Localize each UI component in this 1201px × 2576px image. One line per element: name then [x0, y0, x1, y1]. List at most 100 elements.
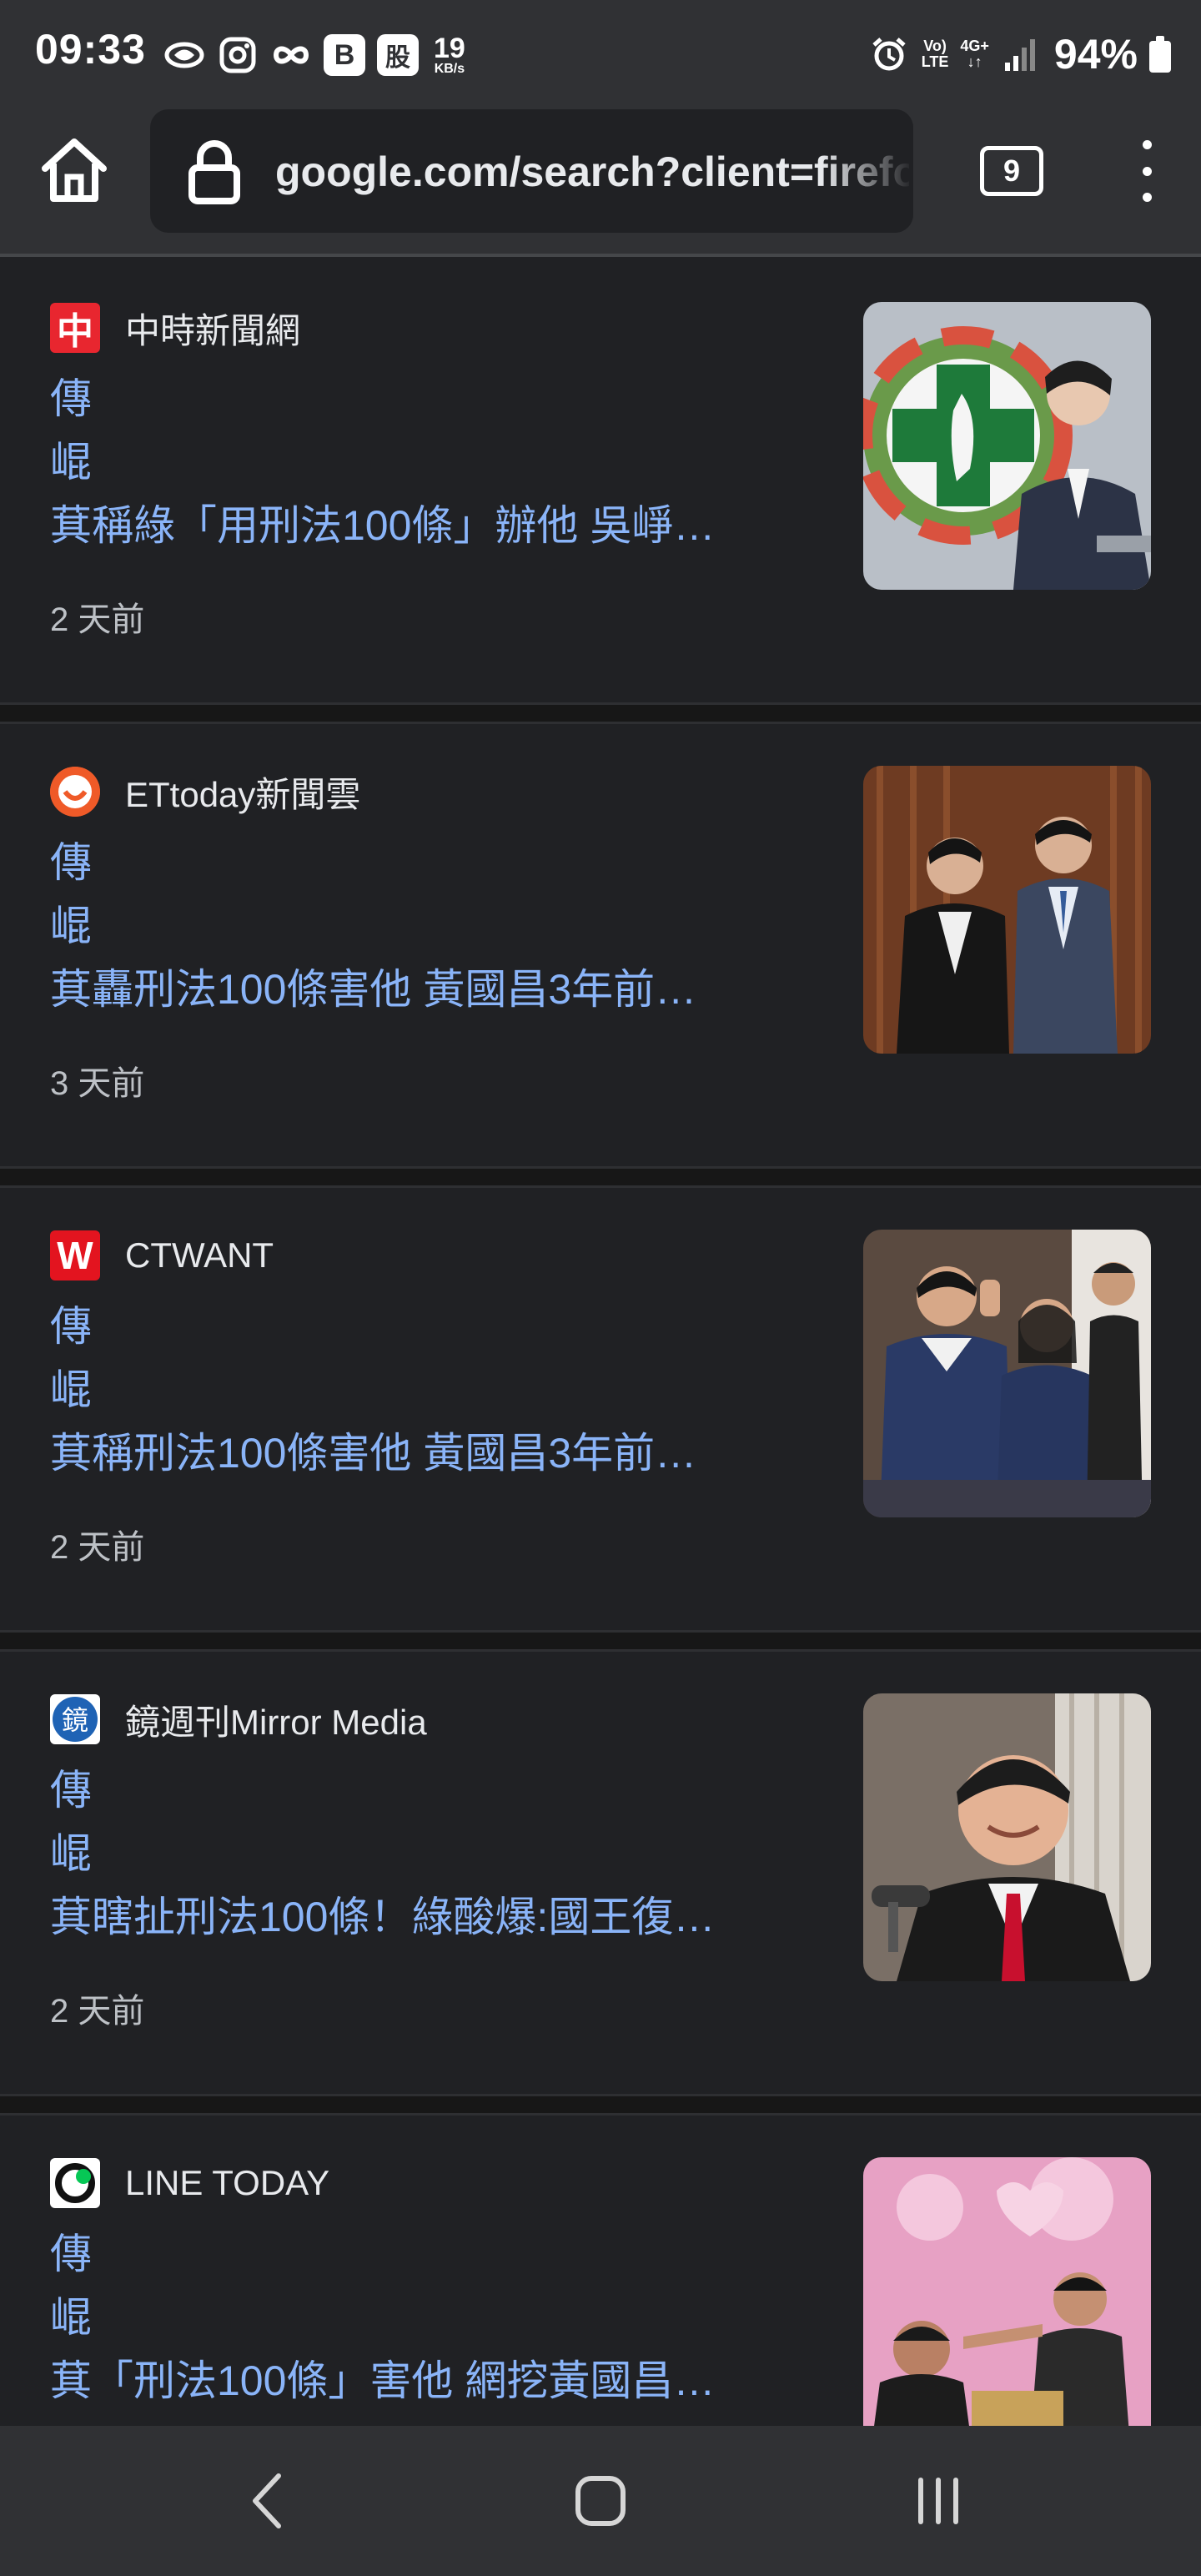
published-time: 3 天前 — [50, 1065, 145, 1102]
headline-line[interactable]: 崐 — [50, 1358, 817, 1421]
news-thumbnail[interactable] — [863, 302, 1151, 590]
news-thumbnail[interactable] — [863, 2157, 1151, 2426]
ctwant-favicon-icon: W — [50, 1230, 100, 1280]
mirror-media-favicon-icon: 鏡 — [50, 1694, 100, 1744]
tab-count-button[interactable]: 9 — [980, 146, 1043, 196]
volte-bottom: LTE — [921, 53, 949, 70]
system-icons: Vo) LTE 4G+ ↓↑ 94% — [868, 25, 1171, 83]
battery-icon — [1149, 36, 1171, 73]
status-time: 09:33 — [35, 26, 146, 73]
headline-line[interactable]: 崐 — [50, 894, 817, 958]
source-name: 中時新聞網 — [125, 310, 301, 350]
battery-percentage: 94% — [1053, 31, 1138, 78]
published-time: 2 天前 — [50, 1529, 145, 1566]
browser-toolbar: google.com/search?client=firefox 9 — [0, 108, 1201, 257]
thumbnail-image — [863, 1693, 1151, 1981]
network-speed: 19 KB/s — [434, 34, 465, 76]
headline-link[interactable]: 傳 崐 萁稱刑法100條害他 黃國昌3年前… — [50, 1295, 817, 1485]
thumbnail-image — [863, 1230, 1151, 1517]
headline-line[interactable]: 崐 — [50, 2286, 817, 2349]
home-icon — [42, 138, 107, 202]
headline-line[interactable]: 萁稱刑法100條害他 黃國昌3年前… — [50, 1421, 817, 1485]
ettoday-favicon-icon — [50, 767, 100, 817]
headline-line[interactable]: 萁瞎扯刑法100條！綠酸爆:國王復… — [50, 1885, 817, 1949]
favicon-glyph: 中 — [57, 311, 93, 352]
menu-dot-icon — [1142, 193, 1152, 202]
headline-line[interactable]: 萁轟刑法100條害他 黃國昌3年前… — [50, 958, 817, 1021]
home-nav-button[interactable] — [563, 2463, 638, 2538]
address-bar[interactable]: google.com/search?client=firefox — [150, 109, 913, 233]
published-time: 2 天前 — [50, 601, 145, 638]
source-name: 鏡週刊Mirror Media — [125, 1702, 427, 1742]
back-chevron-icon — [253, 2473, 281, 2528]
thumbnail-image — [863, 2157, 1151, 2426]
back-button[interactable] — [229, 2463, 304, 2538]
card-separator — [0, 2094, 1201, 2116]
thumbnail-image — [863, 766, 1151, 1054]
recent-apps-icon — [918, 2478, 958, 2524]
card-separator — [0, 1166, 1201, 1188]
url-text[interactable]: google.com/search?client=firefox — [275, 148, 909, 196]
headline-line[interactable]: 萁「刑法100條」害他 網挖黃國昌… — [50, 2349, 817, 2412]
notification-icons: B 股 19 KB/s — [163, 30, 465, 80]
card-separator — [0, 702, 1201, 724]
stock-app-icon: 股 — [377, 34, 419, 76]
published-time: 2 天前 — [50, 1993, 145, 2030]
headline-line[interactable]: 傳 — [50, 831, 817, 894]
menu-dot-icon — [1142, 140, 1152, 149]
infinity-icon — [270, 34, 312, 76]
link-icon — [163, 34, 205, 76]
headline-line[interactable]: 崐 — [50, 430, 817, 494]
headline-line[interactable]: 傳 — [50, 367, 817, 430]
headline-line[interactable]: 傳 — [50, 1295, 817, 1358]
headline-link[interactable]: 傳 崐 萁稱綠「用刑法100條」辦他 吳崢… — [50, 367, 817, 557]
b-app-icon: B — [324, 34, 365, 76]
network-type-label: 4G+ — [960, 38, 989, 55]
news-source: LINE TODAY — [50, 2157, 329, 2209]
news-source: W CTWANT — [50, 1230, 274, 1281]
volte-top: Vo) — [923, 38, 947, 55]
headline-link[interactable]: 傳 崐 萁轟刑法100條害他 黃國昌3年前… — [50, 831, 817, 1021]
home-square-icon — [575, 2476, 626, 2526]
news-card[interactable]: LINE TODAY 傳 崐 萁「刑法100條」害他 網挖黃國昌… — [0, 2116, 1201, 2426]
alarm-icon — [868, 33, 910, 75]
lock-icon[interactable] — [185, 139, 244, 204]
volte-indicator: Vo) LTE — [922, 38, 949, 70]
home-button[interactable] — [37, 133, 112, 209]
news-thumbnail[interactable] — [863, 1693, 1151, 1981]
instagram-icon — [217, 34, 259, 76]
menu-dot-icon — [1142, 166, 1152, 176]
more-menu-button[interactable] — [1126, 133, 1168, 209]
headline-line[interactable]: 萁稱綠「用刑法100條」辦他 吳崢… — [50, 494, 817, 557]
signal-icon — [1001, 33, 1043, 75]
headline-line[interactable]: 傳 — [50, 2222, 817, 2286]
news-source: 中 中時新聞網 — [50, 302, 300, 354]
network-speed-unit: KB/s — [434, 62, 465, 76]
card-separator — [0, 1630, 1201, 1652]
system-navigation-bar — [0, 2426, 1201, 2576]
headline-line[interactable]: 崐 — [50, 1822, 817, 1885]
news-thumbnail[interactable] — [863, 766, 1151, 1054]
svg-text:鏡: 鏡 — [62, 1704, 88, 1736]
recent-apps-button[interactable] — [901, 2463, 976, 2538]
news-card[interactable]: W CTWANT 傳 崐 萁稱刑法100條害他 黃國昌3年前… 2 天前 — [0, 1188, 1201, 1630]
news-card[interactable]: ETtoday新聞雲 傳 崐 萁轟刑法100條害他 黃國昌3年前… 3 天前 — [0, 724, 1201, 1166]
url-fade — [822, 109, 913, 233]
chinatimes-favicon-icon: 中 — [50, 303, 100, 353]
news-source: ETtoday新聞雲 — [50, 766, 360, 818]
news-card[interactable]: 中 中時新聞網 傳 崐 萁稱綠「用刑法100條」辦他 吳崢… 2 天前 — [0, 260, 1201, 702]
network-speed-value: 19 — [434, 33, 465, 64]
source-name: CTWANT — [125, 1235, 274, 1275]
thumbnail-image — [863, 302, 1151, 590]
headline-line[interactable]: 傳 — [50, 1758, 817, 1822]
headline-link[interactable]: 傳 崐 萁瞎扯刑法100條！綠酸爆:國王復… — [50, 1758, 817, 1949]
news-thumbnail[interactable] — [863, 1230, 1151, 1517]
source-name: LINE TODAY — [125, 2163, 330, 2202]
favicon-glyph: W — [57, 1234, 93, 1277]
headline-link[interactable]: 傳 崐 萁「刑法100條」害他 網挖黃國昌… — [50, 2222, 817, 2412]
network-type: 4G+ ↓↑ — [960, 38, 989, 70]
source-name: ETtoday新聞雲 — [125, 774, 361, 814]
data-arrows-icon: ↓↑ — [967, 53, 982, 70]
news-card[interactable]: 鏡 鏡週刊Mirror Media 傳 崐 萁瞎扯刑法100條！綠酸爆:國王復…… — [0, 1652, 1201, 2094]
status-bar: 09:33 B 股 19 KB/s Vo) LTE 4G+ ↓↑ 94% — [0, 0, 1201, 108]
